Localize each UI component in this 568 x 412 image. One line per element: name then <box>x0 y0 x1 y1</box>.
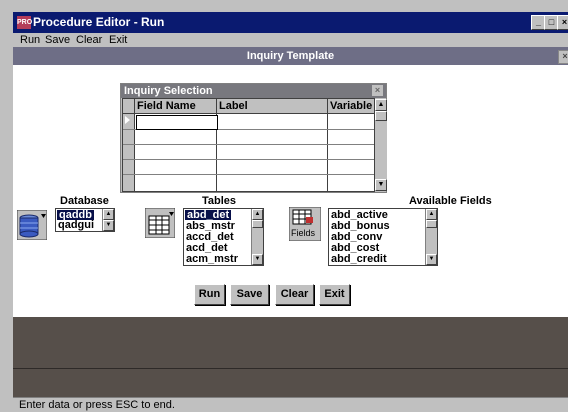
scroll-down-icon[interactable]: ▼ <box>375 179 387 191</box>
inquiry-selection-panel: Inquiry Selection × Field Name Label Var… <box>120 83 387 193</box>
lower-panel <box>13 317 568 368</box>
inquiry-grid-scrollbar[interactable]: ▲ ▼ <box>375 99 387 191</box>
field-item[interactable]: abd_bonus <box>331 221 390 232</box>
fields-scrollbar[interactable]: ▲ ▼ <box>425 209 437 265</box>
fields-scroll-up-icon[interactable]: ▲ <box>426 209 437 220</box>
save-button[interactable]: Save <box>230 284 269 305</box>
scroll-up-icon[interactable]: ▲ <box>375 99 387 111</box>
table-item[interactable]: abd_det <box>185 210 232 221</box>
menu-run[interactable]: Run <box>20 33 40 47</box>
database-scroll-up-icon[interactable]: ▲ <box>103 209 114 220</box>
run-button[interactable]: Run <box>194 284 225 305</box>
column-header-variable[interactable]: Variable <box>328 99 374 114</box>
current-row-arrow-icon <box>125 116 130 124</box>
menu-save[interactable]: Save <box>45 33 70 47</box>
field-item[interactable]: abd_cost <box>331 243 379 254</box>
database-item-qadgui[interactable]: qadgui <box>58 220 94 231</box>
column-header-label[interactable]: Label <box>217 99 327 114</box>
tables-scroll-up-icon[interactable]: ▲ <box>252 209 263 220</box>
inquiry-selection-titlebar: Inquiry Selection × <box>121 84 386 98</box>
tables-listbox[interactable]: abd_det abs_mstr accd_det acd_det acm_ms… <box>183 208 264 266</box>
table-item[interactable]: acd_det <box>186 243 228 254</box>
field-item[interactable]: abd_conv <box>331 232 382 243</box>
row-header-corner <box>123 99 134 114</box>
database-listbox[interactable]: qaddb qadgui ▲ ▼ <box>55 208 115 232</box>
table-icon[interactable] <box>144 207 176 239</box>
database-scrollbar[interactable]: ▲ ▼ <box>102 209 114 231</box>
database-scroll-down-icon[interactable]: ▼ <box>103 220 114 231</box>
app-icon: PRO <box>17 16 32 29</box>
tables-label: Tables <box>202 195 237 207</box>
close-button[interactable]: × <box>557 15 568 30</box>
fields-icon-label: Fields <box>291 228 316 238</box>
scroll-thumb[interactable] <box>375 111 387 121</box>
inquiry-close-icon[interactable]: × <box>372 85 383 96</box>
column-header-field-name[interactable]: Field Name <box>135 99 216 114</box>
inquiry-selection-title: Inquiry Selection <box>124 85 213 97</box>
database-icon[interactable] <box>16 209 48 241</box>
table-item[interactable]: acm_mstr <box>186 254 238 265</box>
tables-scrollbar[interactable]: ▲ ▼ <box>251 209 263 265</box>
table-item[interactable]: abs_mstr <box>186 221 235 232</box>
window-title: Procedure Editor - Run <box>33 15 165 29</box>
database-label: Database <box>60 195 109 207</box>
template-close-icon[interactable]: × <box>558 50 568 64</box>
status-text: Enter data or press ESC to end. <box>19 399 175 411</box>
available-fields-listbox[interactable]: abd_active abd_bonus abd_conv abd_cost a… <box>328 208 438 266</box>
window-titlebar: PRO Procedure Editor - Run _ □ × <box>13 12 568 33</box>
clear-button[interactable]: Clear <box>275 284 314 305</box>
table-item[interactable]: accd_det <box>186 232 234 243</box>
menu-bar: Run Save Clear Exit <box>13 33 568 47</box>
tables-scroll-thumb[interactable] <box>252 220 263 228</box>
field-name-input[interactable] <box>136 115 218 130</box>
menu-clear[interactable]: Clear <box>76 33 102 47</box>
template-titlebar: Inquiry Template × <box>13 47 568 65</box>
fields-scroll-down-icon[interactable]: ▼ <box>426 254 437 265</box>
tables-scroll-down-icon[interactable]: ▼ <box>252 254 263 265</box>
inquiry-grid[interactable]: Field Name Label Variable ▲ ▼ <box>122 98 387 192</box>
lower-panel-secondary <box>13 368 568 397</box>
row-header-column <box>123 114 134 191</box>
template-title: Inquiry Template <box>246 50 335 62</box>
fields-icon[interactable]: Fields <box>289 207 321 241</box>
available-fields-label: Available Fields <box>409 195 492 207</box>
status-bar: Enter data or press ESC to end. <box>13 397 568 412</box>
field-item[interactable]: abd_credit <box>331 254 387 265</box>
fields-scroll-thumb[interactable] <box>426 220 437 228</box>
field-item[interactable]: abd_active <box>331 210 388 221</box>
exit-button[interactable]: Exit <box>319 284 350 305</box>
menu-exit[interactable]: Exit <box>109 33 127 47</box>
